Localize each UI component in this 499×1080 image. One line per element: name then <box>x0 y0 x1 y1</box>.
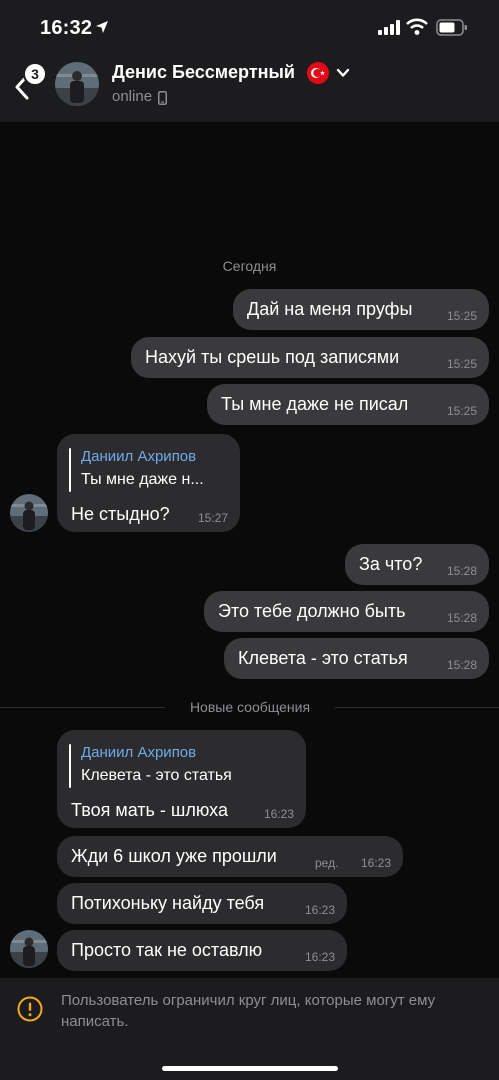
message-bubble-incoming[interactable]: Потихоньку найду тебя 16:23 <box>57 883 347 924</box>
location-arrow-icon <box>96 21 108 33</box>
message-text: За что? <box>359 554 423 574</box>
chevron-down-icon[interactable] <box>336 66 350 80</box>
message-text: Не стыдно? <box>71 504 170 524</box>
message-bubble-outgoing[interactable]: За что? 15:28 <box>345 544 489 585</box>
message-time: 15:28 <box>446 611 477 625</box>
message-text: Ты мне даже не писал <box>221 394 409 414</box>
message-time: 15:27 <box>197 511 228 525</box>
contact-name[interactable]: Денис Бессмертный <box>112 62 295 83</box>
signal-icon <box>378 20 400 35</box>
reply-quote[interactable]: Ты мне даже н... <box>81 471 204 489</box>
home-indicator[interactable] <box>162 1066 338 1071</box>
edited-mark: ред. <box>315 856 339 870</box>
message-bubble-outgoing[interactable]: Нахуй ты срешь под записями 15:25 <box>131 337 489 378</box>
message-time: 15:25 <box>446 357 477 371</box>
status-bar: 16:32 <box>0 0 499 52</box>
contact-status: online <box>112 88 153 105</box>
avatar-photo <box>10 494 48 532</box>
message-list[interactable]: Сегодня Дай на меня пруфы 15:25 Нахуй ты… <box>0 122 499 978</box>
warning-icon <box>17 996 43 1022</box>
new-messages-label: Новые сообщения <box>165 699 335 715</box>
message-text: Просто так не оставлю <box>71 940 263 960</box>
phone-icon <box>158 91 167 105</box>
avatar-photo <box>10 930 48 968</box>
message-time: 16:23 <box>304 950 335 964</box>
message-bubble-incoming[interactable]: Просто так не оставлю 16:23 <box>57 930 347 971</box>
chat-header: 3 Денис Бессмертный online <box>0 52 499 122</box>
reply-bar <box>69 744 71 788</box>
message-bubble-outgoing[interactable]: Ты мне даже не писал 15:25 <box>207 384 489 425</box>
message-text: Жди 6 школ уже прошли <box>71 846 277 866</box>
back-button[interactable]: 3 <box>10 60 50 108</box>
status-time: 16:32 <box>40 17 93 39</box>
message-text: Дай на меня пруфы <box>247 299 413 319</box>
reply-author[interactable]: Даниил Ахрипов <box>81 744 196 761</box>
sender-avatar[interactable] <box>10 930 48 968</box>
message-time: 16:23 <box>263 807 294 821</box>
message-text: Нахуй ты срешь под записями <box>145 347 400 367</box>
turkey-flag-icon <box>307 62 329 84</box>
message-bubble-incoming[interactable]: Даниил Ахрипов Клевета - это статья Твоя… <box>57 730 306 828</box>
message-time: 15:28 <box>446 564 477 578</box>
reply-author[interactable]: Даниил Ахрипов <box>81 448 196 465</box>
message-time: 15:28 <box>446 658 477 672</box>
contact-avatar[interactable] <box>55 62 99 106</box>
message-time: 15:25 <box>446 309 477 323</box>
battery-icon <box>436 19 467 36</box>
message-time: 16:23 <box>304 903 335 917</box>
sender-avatar[interactable] <box>10 494 48 532</box>
message-text: Твоя мать - шлюха <box>71 800 228 820</box>
message-time: 16:23 <box>360 856 391 870</box>
message-bubble-incoming[interactable]: Жди 6 школ уже прошли ред. 16:23 <box>57 836 403 877</box>
restriction-message: Пользователь ограничил круг лиц, которые… <box>61 992 436 1030</box>
unread-badge: 3 <box>23 62 47 86</box>
date-separator: Сегодня <box>222 258 277 274</box>
message-bubble-incoming[interactable]: Даниил Ахрипов Ты мне даже н... Не стыдн… <box>57 434 240 532</box>
message-text: Клевета - это статья <box>238 648 408 668</box>
avatar-photo <box>55 62 99 106</box>
message-bubble-outgoing[interactable]: Дай на меня пруфы 15:25 <box>233 289 489 330</box>
reply-bar <box>69 448 71 492</box>
wifi-icon <box>406 18 428 35</box>
reply-quote[interactable]: Клевета - это статья <box>81 767 232 785</box>
write-restriction-bar: Пользователь ограничил круг лиц, которые… <box>0 978 499 1080</box>
message-time: 15:25 <box>446 404 477 418</box>
message-text: Это тебе должно быть <box>218 601 406 621</box>
message-bubble-outgoing[interactable]: Это тебе должно быть 15:28 <box>204 591 489 632</box>
message-bubble-outgoing[interactable]: Клевета - это статья 15:28 <box>224 638 489 679</box>
message-text: Потихоньку найду тебя <box>71 893 265 913</box>
